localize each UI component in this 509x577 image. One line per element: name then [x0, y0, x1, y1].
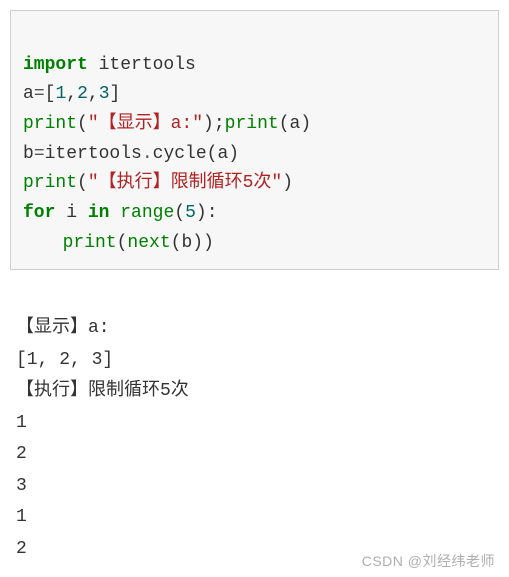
num-3: 3	[99, 84, 110, 104]
keyword-import: import	[23, 55, 88, 75]
output-line: 1	[16, 507, 27, 527]
fn-print: print	[23, 173, 77, 193]
colon: :	[207, 203, 218, 223]
fn-print: print	[63, 233, 117, 253]
string-display-a: "【显示】a:"	[88, 114, 203, 134]
paren-close: )	[203, 233, 214, 253]
output-block: 【显示】a: [1, 2, 3] 【执行】限制循环5次 1 2 3 1 2	[10, 280, 499, 568]
paren-open: (	[174, 203, 185, 223]
paren-open: (	[171, 233, 182, 253]
paren-open: (	[207, 144, 218, 164]
op-dot: .	[142, 144, 153, 164]
paren-open: (	[117, 233, 128, 253]
keyword-for: for	[23, 203, 55, 223]
paren-close: )	[196, 203, 207, 223]
var-i: i	[55, 203, 87, 223]
arg-b: b	[181, 233, 192, 253]
string-limit-loop: "【执行】限制循环5次"	[88, 173, 282, 193]
code-line-7: print(next(b))	[23, 233, 214, 253]
fn-print: print	[225, 114, 279, 134]
bracket-open: [	[45, 84, 56, 104]
keyword-in: in	[88, 203, 110, 223]
output-line: 【执行】限制循环5次	[16, 381, 189, 401]
output-line: 【显示】a:	[16, 318, 110, 338]
watermark: CSDN @刘经纬老师	[362, 551, 495, 571]
fn-range: range	[120, 203, 174, 223]
code-line-5: print("【执行】限制循环5次")	[23, 173, 293, 193]
fn-next: next	[127, 233, 170, 253]
comma: ,	[66, 84, 77, 104]
code-line-4: b=itertools.cycle(a)	[23, 144, 239, 164]
var-a: a	[23, 84, 34, 104]
arg-a: a	[290, 114, 301, 134]
output-line: 1	[16, 413, 27, 433]
fn-print: print	[23, 114, 77, 134]
code-line-3: print("【显示】a:");print(a)	[23, 114, 311, 134]
semicolon: ;	[214, 114, 225, 134]
bracket-close: ]	[110, 84, 121, 104]
output-line: 2	[16, 444, 27, 464]
code-block: import itertools a=[1,2,3] print("【显示】a:…	[10, 10, 499, 270]
comma: ,	[88, 84, 99, 104]
module-name: itertools	[88, 55, 196, 75]
op-eq: =	[34, 84, 45, 104]
paren-close: )	[192, 233, 203, 253]
fn-cycle: cycle	[153, 144, 207, 164]
var-b: b	[23, 144, 34, 164]
module-itertools: itertools	[45, 144, 142, 164]
op-eq: =	[34, 144, 45, 164]
paren-close: )	[300, 114, 311, 134]
code-line-2: a=[1,2,3]	[23, 84, 120, 104]
code-line-1: import itertools	[23, 55, 196, 75]
num-5: 5	[185, 203, 196, 223]
code-line-6: for i in range(5):	[23, 203, 218, 223]
output-line: 3	[16, 476, 27, 496]
space	[109, 203, 120, 223]
paren-open: (	[77, 114, 88, 134]
paren-close: )	[282, 173, 293, 193]
output-line: 2	[16, 539, 27, 559]
paren-close: )	[203, 114, 214, 134]
paren-open: (	[279, 114, 290, 134]
paren-open: (	[77, 173, 88, 193]
num-2: 2	[77, 84, 88, 104]
paren-close: )	[228, 144, 239, 164]
output-line: [1, 2, 3]	[16, 350, 113, 370]
arg-a: a	[217, 144, 228, 164]
num-1: 1	[55, 84, 66, 104]
